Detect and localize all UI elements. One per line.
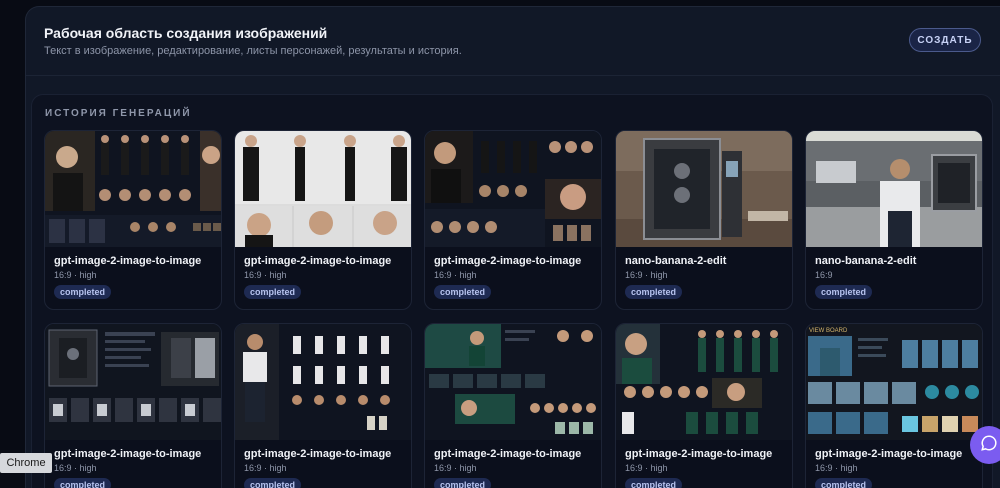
- status-badge: completed: [244, 285, 302, 299]
- card-thumbnail: [235, 324, 411, 440]
- history-card[interactable]: VIEW BOARD gpt-image-2-image-to-image 16…: [805, 323, 983, 488]
- card-thumbnail: [616, 131, 792, 247]
- thumb-caption: VIEW BOARD: [809, 328, 848, 334]
- history-card[interactable]: gpt-image-2-image-to-image 16:9 · high c…: [44, 130, 222, 310]
- browser-tooltip: Chrome: [0, 453, 52, 473]
- card-thumbnail: VIEW BOARD: [806, 324, 982, 440]
- card-meta: 16:9 · high: [625, 270, 668, 280]
- generation-history: ИСТОРИЯ ГЕНЕРАЦИЙ gpt-image-2-image-to-i…: [31, 94, 993, 488]
- card-meta: 16:9 · high: [434, 463, 477, 473]
- status-badge: completed: [815, 285, 873, 299]
- card-meta: 16:9 · high: [244, 463, 287, 473]
- workspace-header: Рабочая область создания изображений Тек…: [26, 7, 1000, 76]
- card-thumbnail: [425, 324, 601, 440]
- history-card[interactable]: nano-banana-2-edit 16:9 · high completed: [615, 130, 793, 310]
- card-thumbnail: [616, 324, 792, 440]
- status-badge: completed: [434, 285, 492, 299]
- card-title: gpt-image-2-image-to-image: [625, 448, 773, 460]
- card-title: gpt-image-2-image-to-image: [244, 448, 392, 460]
- card-thumbnail: [45, 324, 221, 440]
- card-meta: 16:9 · high: [244, 270, 287, 280]
- card-title: gpt-image-2-image-to-image: [434, 255, 582, 267]
- card-thumbnail: [45, 131, 221, 247]
- chat-launcher-button[interactable]: [970, 426, 1000, 464]
- workspace-panel: Рабочая область создания изображений Тек…: [25, 6, 1000, 488]
- status-badge: completed: [625, 285, 683, 299]
- card-meta: 16:9 · high: [625, 463, 668, 473]
- card-title: gpt-image-2-image-to-image: [244, 255, 392, 267]
- card-thumbnail: [235, 131, 411, 247]
- status-badge: completed: [54, 285, 112, 299]
- history-card[interactable]: gpt-image-2-image-to-image 16:9 · high c…: [234, 130, 412, 310]
- card-title: gpt-image-2-image-to-image: [815, 448, 963, 460]
- card-title: gpt-image-2-image-to-image: [434, 448, 582, 460]
- history-card[interactable]: gpt-image-2-image-to-image 16:9 · high c…: [424, 130, 602, 310]
- create-button[interactable]: СОЗДАТЬ: [909, 28, 981, 52]
- card-meta: 16:9 · high: [54, 463, 97, 473]
- chat-bubble-icon: [980, 434, 998, 457]
- page-subtitle: Текст в изображение, редактирование, лис…: [44, 45, 462, 57]
- card-meta: 16:9 · high: [815, 463, 858, 473]
- card-meta: 16:9: [815, 270, 833, 280]
- card-title: nano-banana-2-edit: [815, 255, 917, 267]
- card-title: gpt-image-2-image-to-image: [54, 255, 202, 267]
- card-meta: 16:9 · high: [434, 270, 477, 280]
- card-meta: 16:9 · high: [54, 270, 97, 280]
- card-title: gpt-image-2-image-to-image: [54, 448, 202, 460]
- history-card[interactable]: gpt-image-2-image-to-image 16:9 · high c…: [44, 323, 222, 488]
- card-title: nano-banana-2-edit: [625, 255, 727, 267]
- history-label: ИСТОРИЯ ГЕНЕРАЦИЙ: [45, 108, 192, 119]
- history-card[interactable]: gpt-image-2-image-to-image 16:9 · high c…: [424, 323, 602, 488]
- card-thumbnail: [425, 131, 601, 247]
- page-title: Рабочая область создания изображений: [44, 25, 328, 41]
- history-card[interactable]: nano-banana-2-edit 16:9 completed: [805, 130, 983, 310]
- history-card[interactable]: gpt-image-2-image-to-image 16:9 · high c…: [234, 323, 412, 488]
- card-thumbnail: [806, 131, 982, 247]
- history-card[interactable]: gpt-image-2-image-to-image 16:9 · high c…: [615, 323, 793, 488]
